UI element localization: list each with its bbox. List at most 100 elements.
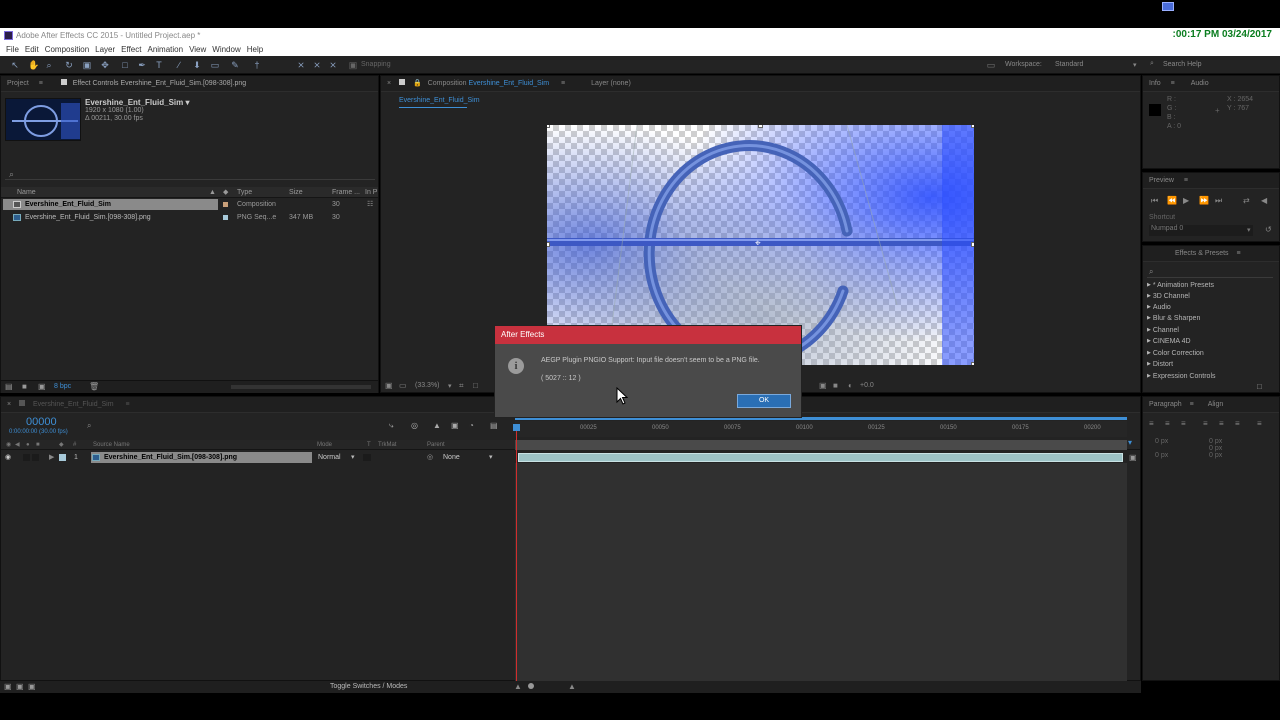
work-area-track[interactable] bbox=[515, 440, 1127, 450]
layer-duration-bar[interactable] bbox=[518, 453, 1123, 462]
col-name[interactable]: Name bbox=[17, 187, 36, 198]
zoom-slider[interactable] bbox=[528, 683, 534, 689]
play-icon[interactable]: ▶ bbox=[1183, 196, 1189, 205]
previous-frame-icon[interactable]: ⏪ bbox=[1167, 196, 1177, 205]
workspace-chevron-icon[interactable]: ▾ bbox=[1133, 61, 1137, 69]
type-tool-icon[interactable]: T bbox=[154, 60, 164, 70]
indent-left-value[interactable]: 0 px bbox=[1155, 438, 1168, 445]
graph-editor-icon[interactable]: ▤ bbox=[490, 421, 498, 430]
next-frame-icon[interactable]: ⏩ bbox=[1199, 196, 1209, 205]
layer-mode-dropdown[interactable]: Normal bbox=[318, 452, 341, 463]
space-before-value[interactable]: 0 px bbox=[1155, 452, 1168, 459]
pan-behind-tool-icon[interactable]: ✥ bbox=[100, 60, 110, 70]
close-tab-icon[interactable]: × bbox=[7, 401, 11, 408]
selection-tool-icon[interactable]: ↖ bbox=[10, 60, 20, 70]
hand-tool-icon[interactable]: ✋ bbox=[28, 60, 39, 70]
col-mode[interactable]: Mode bbox=[317, 440, 332, 450]
menu-animation[interactable]: Animation bbox=[147, 45, 183, 54]
menu-file[interactable]: File bbox=[6, 45, 19, 54]
trash-icon[interactable]: 🗑 bbox=[89, 382, 99, 391]
menu-effect[interactable]: Effect bbox=[121, 45, 141, 54]
comp-button-icon[interactable]: ▾ bbox=[1128, 438, 1132, 447]
panel-menu-icon[interactable]: ≡ bbox=[1184, 177, 1188, 184]
project-item-row[interactable]: Evershine_Ent_Fluid_Sim.[098-308].png PN… bbox=[1, 212, 378, 223]
align-center-icon[interactable]: ≡ bbox=[1165, 419, 1170, 428]
col-type[interactable]: Type bbox=[237, 187, 252, 198]
exposure-value[interactable]: +0.0 bbox=[860, 382, 874, 389]
tab-align[interactable]: Align bbox=[1208, 401, 1224, 408]
timeline-search-icon[interactable]: ⌕ bbox=[87, 421, 91, 431]
align-right-icon[interactable]: ≡ bbox=[1181, 419, 1186, 428]
label-column-icon[interactable]: ◆ bbox=[223, 187, 228, 198]
anchor-point-icon[interactable]: ⌖ bbox=[755, 238, 761, 249]
always-preview-icon[interactable]: ▣ bbox=[385, 381, 393, 390]
zoom-out-icon[interactable]: ▲ bbox=[514, 682, 522, 691]
justify-all-icon[interactable]: ≡ bbox=[1257, 419, 1262, 428]
panel-menu-icon[interactable]: ≡ bbox=[126, 401, 130, 408]
project-item-row[interactable]: Evershine_Ent_Fluid_Sim Composition 30 ☷ bbox=[1, 199, 378, 210]
parent-chevron-icon[interactable]: ▾ bbox=[489, 452, 493, 463]
roto-brush-tool-icon[interactable]: ✎ bbox=[230, 60, 240, 70]
menu-help[interactable]: Help bbox=[247, 45, 263, 54]
shy-layers-icon[interactable]: ▲ bbox=[433, 421, 441, 430]
zoom-in-icon[interactable]: ▲ bbox=[568, 682, 576, 691]
effects-category[interactable]: Blur & Sharpen bbox=[1147, 313, 1200, 324]
align-left-icon[interactable]: ≡ bbox=[1149, 419, 1154, 428]
thumbnail-item-name[interactable]: Evershine_Ent_Fluid_Sim ▾ bbox=[85, 98, 190, 107]
justify-center-icon[interactable]: ≡ bbox=[1219, 419, 1224, 428]
layer-switches-icon[interactable]: ▣ bbox=[4, 682, 12, 691]
panel-menu-icon[interactable]: ≡ bbox=[1190, 401, 1194, 408]
toggle-switches-modes-button[interactable]: Toggle Switches / Modes bbox=[330, 683, 407, 690]
tab-project[interactable]: Project bbox=[7, 80, 29, 87]
sort-icon[interactable]: ▲ bbox=[209, 187, 216, 198]
tab-effect-controls[interactable]: Effect Controls Evershine_Ent_Fluid_Sim.… bbox=[73, 80, 246, 87]
transfer-controls-icon[interactable]: ▣ bbox=[16, 682, 24, 691]
lock-icon[interactable]: 🔒 bbox=[413, 80, 422, 87]
mask-visibility-icon[interactable]: □ bbox=[473, 381, 478, 390]
layer-label-swatch[interactable] bbox=[59, 454, 66, 461]
shortcut-dropdown[interactable]: Numpad 0 bbox=[1149, 225, 1253, 236]
solo-toggle[interactable] bbox=[23, 454, 30, 461]
label-color-swatch[interactable] bbox=[223, 202, 228, 207]
pen-tool-icon[interactable]: ✒ bbox=[137, 60, 147, 70]
playhead-handle[interactable] bbox=[513, 424, 520, 431]
frame-blending-icon[interactable]: ▣ bbox=[451, 421, 459, 430]
rectangle-tool-icon[interactable]: □ bbox=[120, 60, 130, 70]
layer-name[interactable]: Evershine_Ent_Fluid_Sim.[098-308].png bbox=[104, 452, 237, 463]
transform-handle[interactable] bbox=[547, 242, 550, 247]
label-color-swatch[interactable] bbox=[223, 215, 228, 220]
item-name[interactable]: Evershine_Ent_Fluid_Sim.[098-308].png bbox=[25, 212, 151, 223]
axis-world-icon[interactable]: ⨯ bbox=[312, 60, 322, 70]
shortcut-chevron-icon[interactable]: ▾ bbox=[1247, 226, 1251, 234]
space-after-value[interactable]: 0 px bbox=[1209, 452, 1222, 459]
col-size[interactable]: Size bbox=[289, 187, 303, 198]
panel-menu-icon[interactable]: ≡ bbox=[1237, 250, 1241, 257]
zoom-chevron-icon[interactable]: ▾ bbox=[448, 382, 452, 390]
new-preset-icon[interactable]: □ bbox=[1257, 382, 1262, 391]
new-folder-icon[interactable]: ■ bbox=[22, 382, 27, 391]
zoom-tool-icon[interactable]: ⌕ bbox=[44, 60, 54, 70]
motion-blur-icon[interactable]: ◔ bbox=[469, 421, 474, 430]
lock-toggle[interactable] bbox=[32, 454, 39, 461]
tab-composition-label[interactable]: Composition bbox=[428, 80, 467, 87]
comp-breadcrumb[interactable]: Evershine_Ent_Fluid_Sim bbox=[399, 97, 480, 104]
tab-timeline-comp[interactable]: Evershine_Ent_Fluid_Sim bbox=[33, 401, 114, 408]
menu-composition[interactable]: Composition bbox=[45, 45, 89, 54]
tab-composition-name[interactable]: Evershine_Ent_Fluid_Sim bbox=[469, 80, 550, 87]
transform-handle[interactable] bbox=[758, 125, 763, 128]
last-frame-icon[interactable]: ⏭ bbox=[1215, 196, 1222, 206]
brush-tool-icon[interactable]: ∕ bbox=[174, 60, 184, 70]
menu-window[interactable]: Window bbox=[212, 45, 240, 54]
preserve-transparency-toggle[interactable] bbox=[363, 454, 371, 461]
effects-category[interactable]: Expression Controls bbox=[1147, 371, 1216, 382]
tab-layer[interactable]: Layer (none) bbox=[591, 80, 631, 87]
col-in-point[interactable]: In P bbox=[365, 187, 377, 198]
reset-icon[interactable]: ↺ bbox=[1265, 225, 1272, 234]
tab-effects-presets[interactable]: Effects & Presets bbox=[1175, 250, 1229, 257]
current-time-indicator[interactable] bbox=[516, 425, 517, 681]
transform-handle[interactable] bbox=[971, 125, 974, 128]
indent-right-value[interactable]: 0 px bbox=[1209, 438, 1222, 445]
composition-mini-flowchart-icon[interactable]: ⤷ bbox=[389, 421, 393, 431]
mute-icon[interactable]: ◀ bbox=[1261, 196, 1267, 205]
effects-category[interactable]: * Animation Presets bbox=[1147, 280, 1214, 291]
